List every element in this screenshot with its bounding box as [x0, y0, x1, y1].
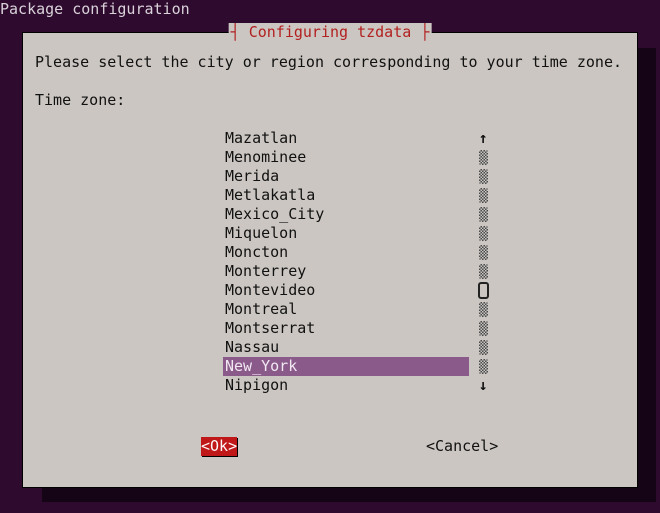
prompt-text: Please select the city or region corresp…: [35, 53, 625, 72]
list-item[interactable]: Nipigon: [223, 376, 469, 395]
scroll-thumb[interactable]: [477, 281, 489, 300]
dialog-title-wrap: ┤ Configuring tzdata ├: [229, 23, 432, 42]
scroll-track[interactable]: [477, 167, 489, 186]
timezone-list[interactable]: MazatlanMenomineeMeridaMetlakatlaMexico_…: [223, 129, 469, 395]
list-item[interactable]: Montevideo: [223, 281, 469, 300]
button-row: <Ok> <Cancel>: [23, 437, 637, 456]
scroll-track[interactable]: [477, 205, 489, 224]
scroll-track[interactable]: [477, 357, 489, 376]
scroll-track[interactable]: [477, 300, 489, 319]
list-item[interactable]: Menominee: [223, 148, 469, 167]
scroll-track[interactable]: [477, 243, 489, 262]
dialog-body: Please select the city or region corresp…: [35, 53, 625, 110]
list-item[interactable]: Merida: [223, 167, 469, 186]
list-item[interactable]: Metlakatla: [223, 186, 469, 205]
list-item[interactable]: Montreal: [223, 300, 469, 319]
list-item[interactable]: Mazatlan: [223, 129, 469, 148]
title-left-marker: ┤: [231, 23, 240, 41]
list-item[interactable]: Moncton: [223, 243, 469, 262]
list-item[interactable]: Miquelon: [223, 224, 469, 243]
list-item[interactable]: Nassau: [223, 338, 469, 357]
cancel-button[interactable]: <Cancel>: [426, 437, 498, 456]
scroll-track[interactable]: [477, 262, 489, 281]
list-item[interactable]: New_York: [223, 357, 469, 376]
scroll-track[interactable]: [477, 319, 489, 338]
scroll-track[interactable]: [477, 224, 489, 243]
scroll-track[interactable]: [477, 186, 489, 205]
blank-line: [35, 72, 625, 91]
title-right-marker: ├: [420, 23, 429, 41]
ok-button[interactable]: <Ok>: [201, 437, 237, 456]
list-item[interactable]: Mexico_City: [223, 205, 469, 224]
dialog-frame: ┤ Configuring tzdata ├ Please select the…: [22, 32, 638, 488]
dialog-title: Configuring tzdata: [240, 23, 421, 41]
scrollbar[interactable]: ↑↓: [477, 129, 489, 395]
page-header: Package configuration: [0, 0, 660, 19]
list-item[interactable]: Monterrey: [223, 262, 469, 281]
scroll-track[interactable]: [477, 338, 489, 357]
scroll-up-icon[interactable]: ↑: [477, 129, 489, 148]
list-item[interactable]: Montserrat: [223, 319, 469, 338]
field-label: Time zone:: [35, 91, 625, 110]
scroll-down-icon[interactable]: ↓: [477, 376, 489, 395]
scroll-track[interactable]: [477, 148, 489, 167]
